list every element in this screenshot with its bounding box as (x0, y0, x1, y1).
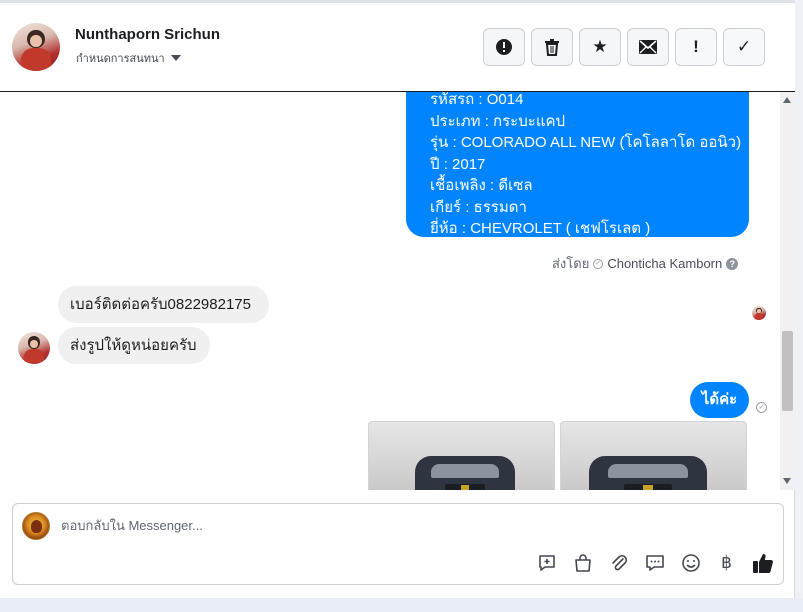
top-divider (0, 0, 795, 3)
sender-avatar[interactable] (18, 332, 50, 364)
speech-bubble-icon (645, 555, 664, 571)
follow-up-button[interactable]: ! (675, 28, 717, 66)
alert-circle-icon (496, 39, 512, 55)
scroll-up-arrow-icon[interactable] (783, 97, 791, 103)
assign-conversation-dropdown[interactable]: กำหนดการสนทนา (76, 49, 181, 67)
message-thread: รหัสรถ : O014 ประเภท : กระบะแคป รุ่น : C… (0, 92, 780, 490)
page-bottom-strip (0, 598, 803, 612)
car-detail-line: เกียร์ : ธรรมดา (430, 198, 527, 216)
sent-by-prefix: ส่งโดย (552, 256, 590, 271)
star-button[interactable]: ★ (579, 28, 621, 66)
thumbs-up-icon (752, 554, 773, 573)
message-composer: ฿ (12, 503, 784, 585)
car-detail-line: ประเภท : กระบะแคป (430, 112, 566, 130)
car-photo-side[interactable] (560, 421, 747, 490)
exclamation-icon: ! (693, 37, 699, 56)
scrollbar-thumb[interactable] (782, 331, 793, 411)
page-avatar (22, 512, 50, 540)
incoming-message-bubble: เบอร์ติดต่อครับ0822982175 (58, 286, 269, 323)
paperclip-icon (611, 554, 627, 571)
thread-scrollbar[interactable] (780, 92, 795, 490)
emoji-button[interactable] (679, 552, 702, 574)
car-detail-line: ปี : 2017 (430, 155, 486, 173)
checkmark-icon: ✓ (736, 37, 752, 56)
smiley-icon (681, 554, 700, 572)
outgoing-reply-bubble: ได้ค่ะ (690, 382, 749, 418)
mark-spam-button[interactable] (483, 28, 525, 66)
envelope-icon (639, 40, 657, 54)
reply-input[interactable] (61, 518, 661, 533)
shop-button[interactable] (571, 552, 594, 574)
sent-by-info: ส่งโดย ✓ Chonticha Kamborn ? (552, 253, 739, 274)
like-button[interactable] (751, 552, 774, 574)
trash-icon (545, 39, 559, 56)
composer-toolbar: ฿ (535, 552, 774, 574)
saved-replies-button[interactable] (535, 552, 558, 574)
car-detail-line: รุ่น : COLORADO ALL NEW (โคโลลาโด ออนิว) (430, 134, 742, 151)
car-detail-line: เชื้อเพลิง : ดีเซล (430, 177, 533, 194)
scroll-down-arrow-icon[interactable] (783, 478, 791, 484)
attach-button[interactable] (607, 552, 630, 574)
delivered-check-icon: ✓ (756, 402, 767, 413)
chat-plus-icon (538, 555, 555, 571)
conversation-header: Nunthaporn Srichun กำหนดการสนทนา ★ ! ✓ (0, 0, 795, 92)
baht-icon: ฿ (721, 553, 732, 572)
payment-button[interactable]: ฿ (715, 552, 738, 574)
outgoing-car-details-bubble: รหัสรถ : O014 ประเภท : กระบะแคป รุ่น : C… (406, 92, 749, 237)
mark-unread-button[interactable] (627, 28, 669, 66)
shopping-bag-icon (574, 554, 591, 572)
quick-reply-button[interactable] (643, 552, 666, 574)
mark-done-button[interactable]: ✓ (723, 28, 765, 66)
contact-avatar[interactable] (12, 23, 60, 71)
conversation-actions: ★ ! ✓ (483, 28, 765, 66)
seen-avatar (752, 306, 766, 320)
contact-name[interactable]: Nunthaporn Srichun (75, 26, 220, 43)
incoming-message-bubble: ส่งรูปให้ดูหน่อยครับ (58, 327, 210, 364)
car-photo-front[interactable] (368, 421, 555, 490)
sent-by-name[interactable]: Chonticha Kamborn (607, 256, 722, 271)
car-detail-line: ยี่ห้อ : CHEVROLET ( เชฟโรเลต ) (430, 220, 651, 237)
conversation-panel: Nunthaporn Srichun กำหนดการสนทนา ★ ! ✓ ร… (0, 0, 795, 598)
sent-check-icon: ✓ (593, 258, 604, 269)
help-icon[interactable]: ? (726, 257, 739, 270)
car-detail-line: รหัสรถ : O014 (430, 92, 524, 108)
caret-down-icon (170, 55, 181, 61)
delete-button[interactable] (531, 28, 573, 66)
star-icon: ★ (592, 37, 608, 56)
assign-conversation-label: กำหนดการสนทนา (76, 53, 165, 65)
